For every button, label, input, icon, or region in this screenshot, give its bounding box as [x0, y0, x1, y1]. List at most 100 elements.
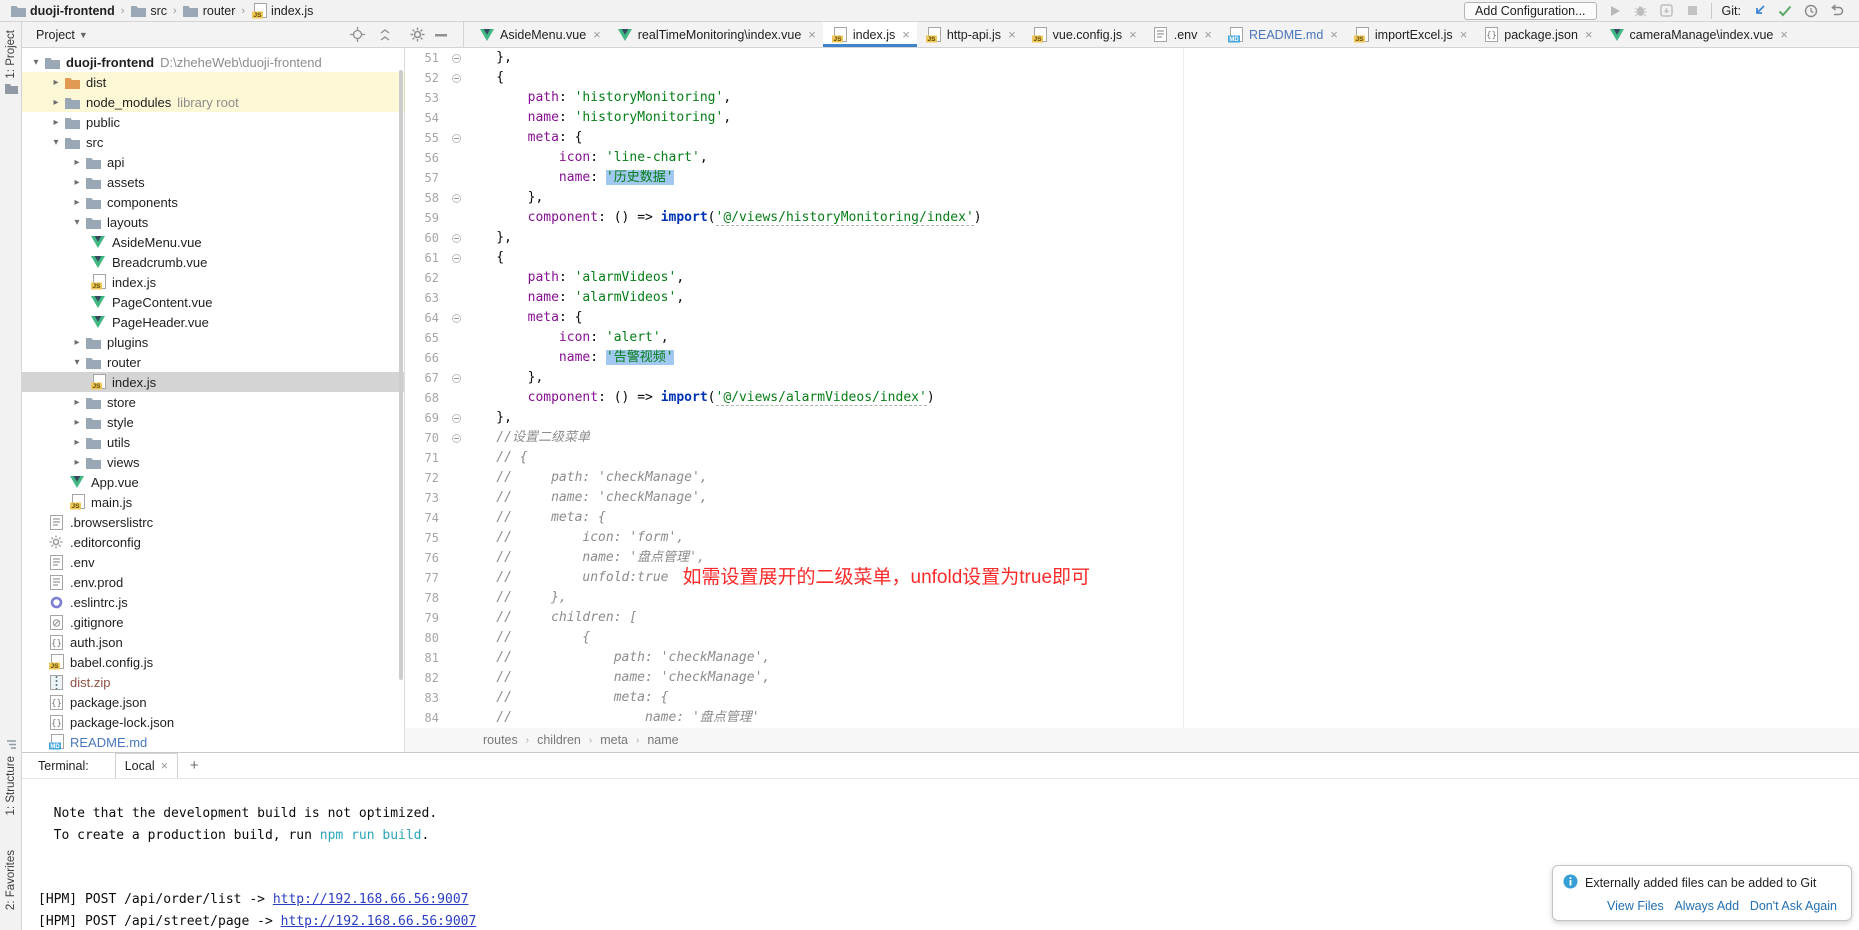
chevron-down-icon[interactable]: ▾ — [69, 357, 85, 368]
fold-icon[interactable] — [452, 134, 461, 143]
fold-marker[interactable] — [447, 54, 465, 63]
tree-item[interactable]: ▸store — [22, 392, 404, 412]
line-number[interactable]: 66 — [405, 351, 447, 365]
chevron-right-icon[interactable]: ▸ — [48, 97, 64, 108]
tree-item[interactable]: ▾src — [22, 132, 404, 152]
fold-marker[interactable] — [447, 254, 465, 263]
editor-tab[interactable]: {}package.json× — [1474, 22, 1599, 47]
fold-marker[interactable] — [447, 414, 465, 423]
close-icon[interactable]: × — [161, 759, 168, 773]
chevron-right-icon[interactable]: ▸ — [69, 157, 85, 168]
close-icon[interactable]: × — [1129, 27, 1137, 42]
tree-item[interactable]: .eslintrc.js — [22, 592, 404, 612]
tree-item[interactable]: dist.zip — [22, 672, 404, 692]
editor-tab[interactable]: JSindex.js× — [823, 22, 917, 47]
line-number[interactable]: 77 — [405, 571, 447, 585]
editor-tab[interactable]: realTimeMonitoring\index.vue× — [608, 22, 823, 47]
stop-icon[interactable] — [1685, 3, 1701, 19]
close-icon[interactable]: × — [1460, 27, 1468, 42]
notification-action-link[interactable]: Always Add — [1674, 899, 1739, 913]
line-number[interactable]: 78 — [405, 591, 447, 605]
fold-marker[interactable] — [447, 314, 465, 323]
project-tree-scrollbar[interactable] — [399, 70, 403, 680]
tree-item[interactable]: ▸utils — [22, 432, 404, 452]
tree-item[interactable]: PageContent.vue — [22, 292, 404, 312]
line-number[interactable]: 51 — [405, 51, 447, 65]
debug-icon[interactable] — [1633, 3, 1649, 19]
editor-breadcrumb-item[interactable]: children — [537, 733, 581, 747]
tree-item[interactable]: JSbabel.config.js — [22, 652, 404, 672]
collapse-all-icon[interactable] — [377, 27, 393, 43]
gear-icon[interactable] — [409, 27, 425, 43]
editor-tab[interactable]: AsideMenu.vue× — [470, 22, 608, 47]
tree-item[interactable]: ▸api — [22, 152, 404, 172]
chevron-right-icon[interactable]: ▸ — [69, 177, 85, 188]
new-terminal-tab-button[interactable]: + — [190, 757, 199, 774]
breadcrumb-item[interactable]: router — [183, 3, 236, 19]
tree-item[interactable]: .env — [22, 552, 404, 572]
close-icon[interactable]: × — [1204, 27, 1212, 42]
tree-item[interactable]: ▾router — [22, 352, 404, 372]
chevron-right-icon[interactable]: ▸ — [48, 77, 64, 88]
editor-breadcrumb-item[interactable]: meta — [600, 733, 628, 747]
line-number[interactable]: 53 — [405, 91, 447, 105]
terminal-link[interactable]: http://192.168.66.56:9007 — [273, 892, 469, 907]
editor-breadcrumb-item[interactable]: name — [647, 733, 678, 747]
locate-file-icon[interactable] — [349, 27, 365, 43]
close-icon[interactable]: × — [1008, 27, 1016, 42]
line-number[interactable]: 64 — [405, 311, 447, 325]
line-number[interactable]: 79 — [405, 611, 447, 625]
tree-item[interactable]: ▸dist — [22, 72, 404, 92]
tree-item[interactable]: ▸node_moduleslibrary root — [22, 92, 404, 112]
line-number[interactable]: 55 — [405, 131, 447, 145]
line-number[interactable]: 60 — [405, 231, 447, 245]
line-number[interactable]: 52 — [405, 71, 447, 85]
tree-item[interactable]: JSindex.js — [22, 372, 404, 392]
tree-item[interactable]: JSindex.js — [22, 272, 404, 292]
fold-marker[interactable] — [447, 434, 465, 443]
fold-icon[interactable] — [452, 314, 461, 323]
tree-item[interactable]: JSmain.js — [22, 492, 404, 512]
line-number[interactable]: 68 — [405, 391, 447, 405]
line-number[interactable]: 81 — [405, 651, 447, 665]
add-configuration-button[interactable]: Add Configuration... — [1464, 2, 1597, 20]
tree-item[interactable]: AsideMenu.vue — [22, 232, 404, 252]
tree-item[interactable]: .editorconfig — [22, 532, 404, 552]
line-number[interactable]: 54 — [405, 111, 447, 125]
chevron-right-icon[interactable]: ▸ — [48, 117, 64, 128]
editor-tab[interactable]: MDREADME.md× — [1219, 22, 1345, 47]
tree-item[interactable]: Breadcrumb.vue — [22, 252, 404, 272]
line-number[interactable]: 65 — [405, 331, 447, 345]
editor-tab[interactable]: .env× — [1144, 22, 1219, 47]
line-number[interactable]: 58 — [405, 191, 447, 205]
line-number[interactable]: 61 — [405, 251, 447, 265]
run-icon[interactable] — [1607, 3, 1623, 19]
editor-tab[interactable]: JShttp-api.js× — [917, 22, 1023, 47]
chevron-right-icon[interactable]: ▸ — [69, 197, 85, 208]
tree-item[interactable]: {}auth.json — [22, 632, 404, 652]
breadcrumb-item[interactable]: duoji-frontend — [10, 3, 115, 19]
breadcrumb-item[interactable]: src — [130, 3, 167, 19]
line-number[interactable]: 82 — [405, 671, 447, 685]
tree-item[interactable]: .gitignore — [22, 612, 404, 632]
tree-item[interactable]: {}package-lock.json — [22, 712, 404, 732]
line-number[interactable]: 56 — [405, 151, 447, 165]
editor-breadcrumb-item[interactable]: routes — [483, 733, 518, 747]
fold-marker[interactable] — [447, 134, 465, 143]
close-icon[interactable]: × — [1780, 27, 1788, 42]
git-commit-icon[interactable] — [1777, 3, 1793, 19]
code-editor[interactable]: 51 },52 {53 path: 'historyMonitoring',54… — [405, 48, 1859, 728]
line-number[interactable]: 76 — [405, 551, 447, 565]
line-number[interactable]: 69 — [405, 411, 447, 425]
tree-item[interactable]: MDREADME.md — [22, 732, 404, 752]
line-number[interactable]: 83 — [405, 691, 447, 705]
editor-tab[interactable]: JSvue.config.js× — [1023, 22, 1144, 47]
fold-icon[interactable] — [452, 414, 461, 423]
tree-item[interactable]: {}package.json — [22, 692, 404, 712]
fold-icon[interactable] — [452, 234, 461, 243]
line-number[interactable]: 67 — [405, 371, 447, 385]
line-number[interactable]: 59 — [405, 211, 447, 225]
close-icon[interactable]: × — [902, 27, 910, 42]
tree-item[interactable]: ▾layouts — [22, 212, 404, 232]
notification-action-link[interactable]: Don't Ask Again — [1750, 899, 1837, 913]
